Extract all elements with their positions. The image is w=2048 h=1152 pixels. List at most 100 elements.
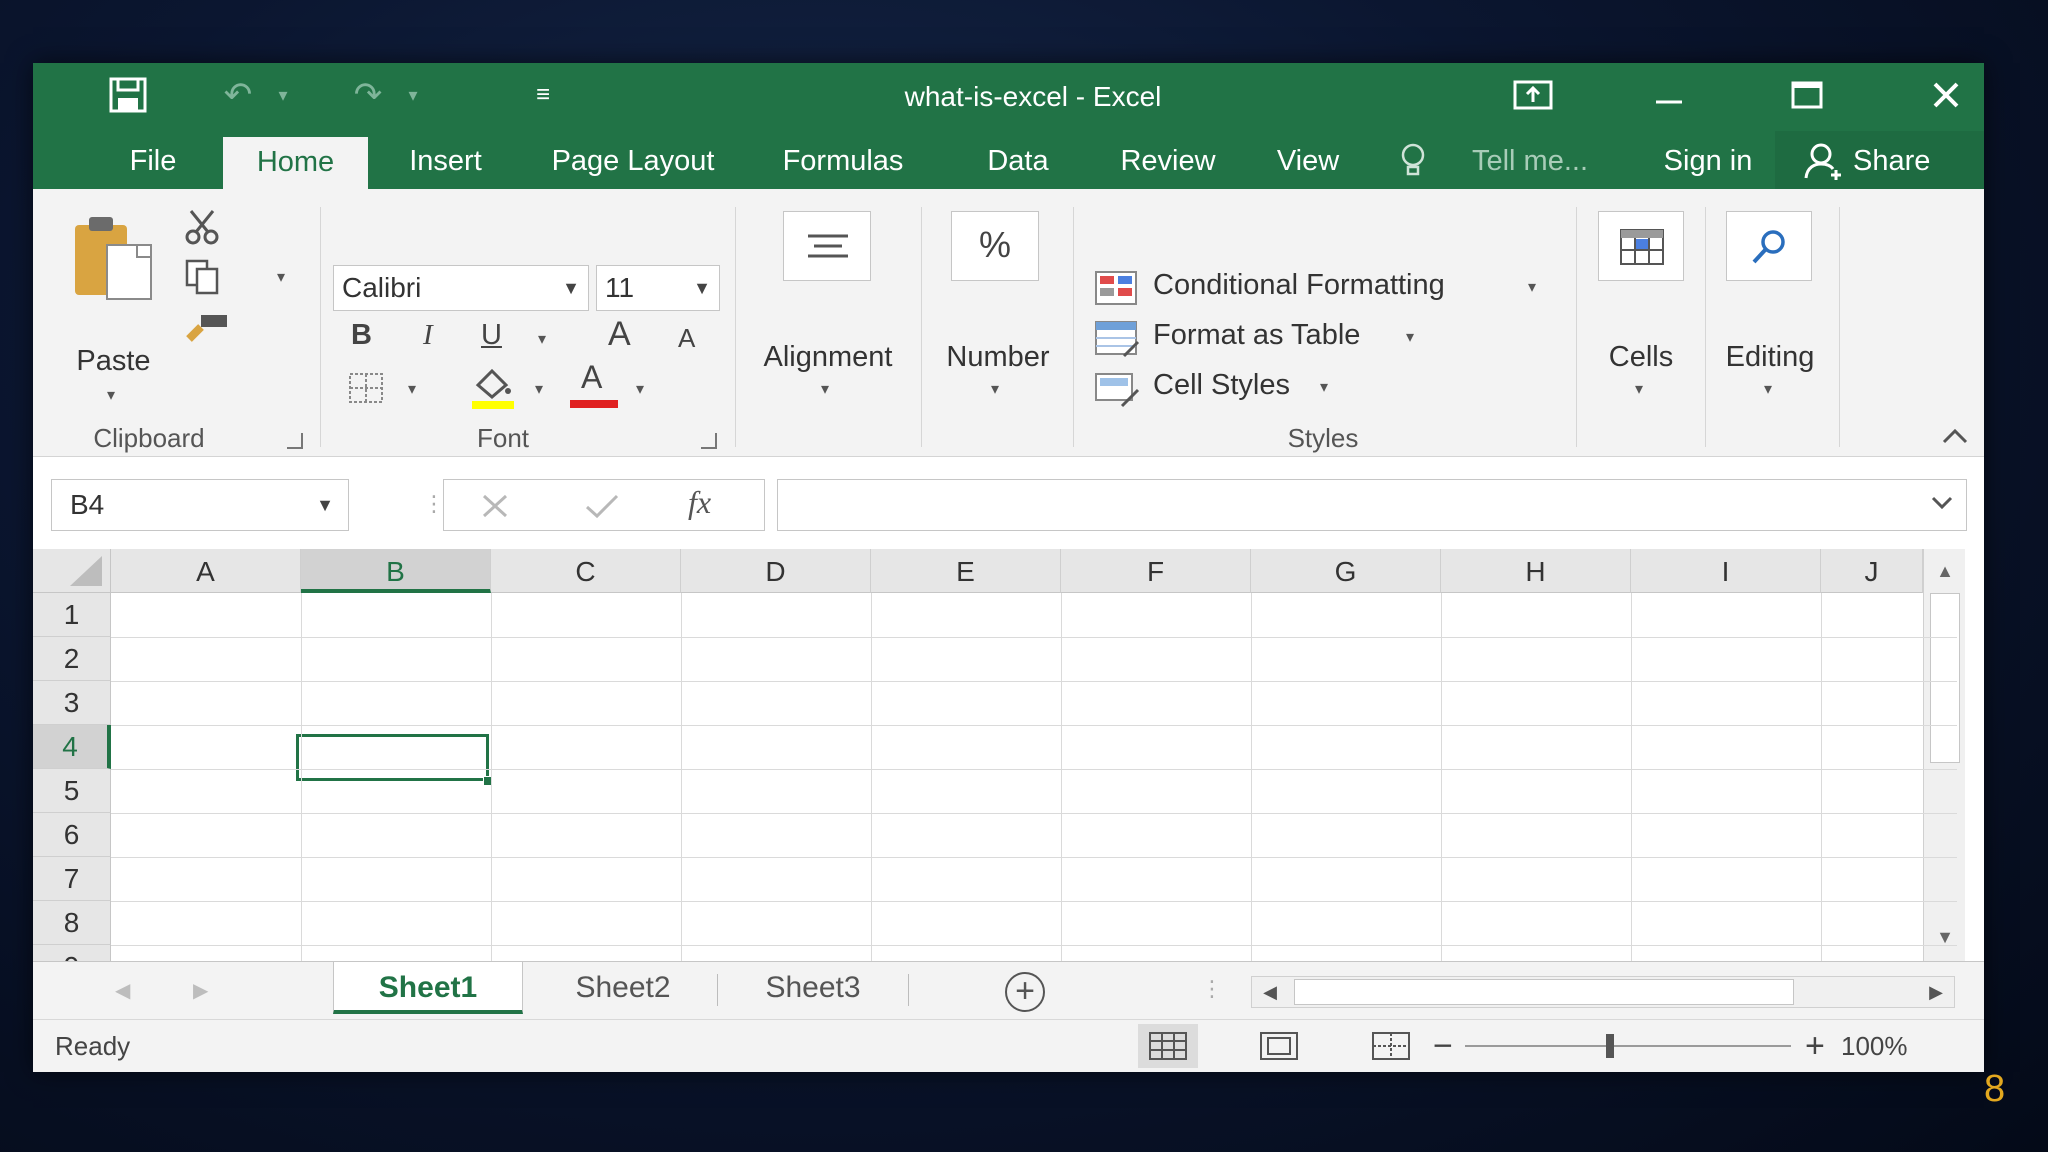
format-painter-icon[interactable] (178, 305, 238, 349)
format-as-table-button[interactable]: Format as Table (1153, 319, 1360, 352)
underline-dropdown-icon[interactable]: ▾ (538, 329, 546, 349)
borders-dropdown-icon[interactable]: ▾ (408, 379, 416, 399)
name-box[interactable]: B4 ▼ (51, 479, 349, 531)
select-all-corner[interactable] (33, 549, 111, 593)
enter-icon[interactable] (584, 492, 620, 525)
column-header-a[interactable]: A (111, 549, 301, 593)
row-header-1[interactable]: 1 (33, 593, 111, 637)
row-header-7[interactable]: 7 (33, 857, 111, 901)
ribbon-display-options-icon[interactable] (1503, 73, 1563, 117)
cell-styles-dropdown-icon[interactable]: ▾ (1320, 377, 1328, 397)
zoom-level[interactable]: 100% (1841, 1020, 1908, 1072)
paste-dropdown-icon[interactable]: ▾ (107, 385, 115, 405)
cell-styles-icon[interactable] (1093, 365, 1143, 411)
shrink-font-button[interactable]: A (678, 323, 695, 354)
clipboard-dialog-launcher-icon[interactable] (287, 433, 303, 449)
italic-button[interactable]: I (423, 319, 433, 352)
number-button[interactable]: % (951, 211, 1039, 281)
vertical-scrollbar[interactable]: ▲ ▼ (1923, 549, 1965, 961)
tab-data[interactable]: Data (968, 131, 1068, 189)
zoom-slider-thumb[interactable] (1606, 1034, 1614, 1058)
zoom-out-button[interactable]: − (1433, 1020, 1453, 1072)
sheet-tab-sheet1[interactable]: Sheet1 (333, 962, 523, 1014)
borders-icon[interactable] (341, 365, 391, 411)
minimize-icon[interactable] (1639, 73, 1699, 117)
column-header-j[interactable]: J (1821, 549, 1923, 593)
undo-icon[interactable]: ↶ (208, 73, 268, 117)
horizontal-scrollbar[interactable]: ◀ ▶ (1251, 976, 1955, 1008)
alignment-group-label[interactable]: Alignment (743, 341, 913, 374)
row-header-8[interactable]: 8 (33, 901, 111, 945)
horizontal-scroll-thumb[interactable] (1294, 979, 1794, 1005)
zoom-slider-track[interactable] (1465, 1045, 1791, 1047)
sheet-tab-sheet2[interactable]: Sheet2 (533, 962, 713, 1014)
tab-insert[interactable]: Insert (383, 131, 508, 189)
font-size-combo[interactable]: 11 ▼ (596, 265, 720, 311)
tab-formulas[interactable]: Formulas (758, 131, 928, 189)
column-header-e[interactable]: E (871, 549, 1061, 593)
zoom-in-button[interactable]: + (1805, 1020, 1825, 1072)
row-header-3[interactable]: 3 (33, 681, 111, 725)
alignment-dropdown-icon[interactable]: ▾ (821, 379, 829, 399)
font-dialog-launcher-icon[interactable] (701, 433, 717, 449)
column-header-b[interactable]: B (301, 549, 491, 593)
scroll-down-icon[interactable]: ▼ (1924, 919, 1966, 955)
redo-dropdown-icon[interactable]: ▾ (398, 73, 428, 117)
column-header-i[interactable]: I (1631, 549, 1821, 593)
copy-dropdown-icon[interactable]: ▾ (277, 267, 285, 287)
customize-qat-icon[interactable]: ≡ (513, 73, 573, 117)
cancel-icon[interactable] (480, 492, 510, 525)
bold-button[interactable]: B (351, 319, 372, 352)
cells-group-label[interactable]: Cells (1591, 341, 1691, 374)
column-header-f[interactable]: F (1061, 549, 1251, 593)
tab-page-layout[interactable]: Page Layout (523, 131, 743, 189)
undo-dropdown-icon[interactable]: ▾ (268, 73, 298, 117)
save-icon[interactable] (93, 73, 163, 117)
conditional-formatting-dropdown-icon[interactable]: ▾ (1528, 277, 1536, 297)
underline-button[interactable]: U (481, 319, 502, 352)
copy-icon[interactable] (178, 255, 228, 299)
conditional-formatting-button[interactable]: Conditional Formatting (1153, 269, 1445, 302)
normal-view-icon[interactable] (1138, 1024, 1198, 1068)
cut-icon[interactable] (178, 205, 228, 249)
conditional-formatting-icon[interactable] (1093, 265, 1143, 311)
row-header-6[interactable]: 6 (33, 813, 111, 857)
cells-dropdown-icon[interactable]: ▾ (1635, 379, 1643, 399)
sheet-tab-sheet3[interactable]: Sheet3 (723, 962, 903, 1014)
redo-icon[interactable]: ↷ (338, 73, 398, 117)
row-header-2[interactable]: 2 (33, 637, 111, 681)
tab-review[interactable]: Review (1098, 131, 1238, 189)
cells-button[interactable] (1598, 211, 1684, 281)
formula-input[interactable] (777, 479, 1967, 531)
cell-styles-button[interactable]: Cell Styles (1153, 369, 1290, 402)
next-sheet-icon[interactable]: ▶ (193, 962, 208, 1020)
font-color-dropdown-icon[interactable]: ▾ (636, 379, 644, 399)
format-as-table-dropdown-icon[interactable]: ▾ (1406, 327, 1414, 347)
row-header-4[interactable]: 4 (33, 725, 111, 769)
row-header-5[interactable]: 5 (33, 769, 111, 813)
previous-sheet-icon[interactable]: ◀ (115, 962, 130, 1020)
tab-view[interactable]: View (1258, 131, 1358, 189)
editing-dropdown-icon[interactable]: ▾ (1764, 379, 1772, 399)
collapse-ribbon-icon[interactable] (1935, 421, 1975, 451)
column-header-d[interactable]: D (681, 549, 871, 593)
column-header-g[interactable]: G (1251, 549, 1441, 593)
scroll-up-icon[interactable]: ▲ (1924, 553, 1966, 589)
editing-button[interactable] (1726, 211, 1812, 281)
paste-label[interactable]: Paste (66, 345, 161, 378)
maximize-icon[interactable] (1777, 73, 1837, 117)
chevron-down-icon[interactable]: ▼ (316, 480, 334, 530)
insert-function-icon[interactable]: fx (688, 484, 711, 521)
paste-icon[interactable] (68, 207, 158, 307)
grow-font-button[interactable]: A (608, 315, 631, 354)
splitter-dots-icon[interactable]: ⋮ (1201, 976, 1223, 1002)
share-button[interactable]: Share (1775, 131, 1984, 189)
tab-file[interactable]: File (88, 131, 218, 189)
page-layout-view-icon[interactable] (1249, 1024, 1309, 1068)
number-group-label[interactable]: Number (923, 341, 1073, 374)
active-cell-b4[interactable] (296, 734, 489, 781)
expand-formula-bar-icon[interactable] (1930, 490, 1954, 519)
editing-group-label[interactable]: Editing (1705, 341, 1835, 374)
format-as-table-icon[interactable] (1093, 315, 1143, 361)
tell-me-search[interactable]: Tell me... (1435, 131, 1625, 189)
